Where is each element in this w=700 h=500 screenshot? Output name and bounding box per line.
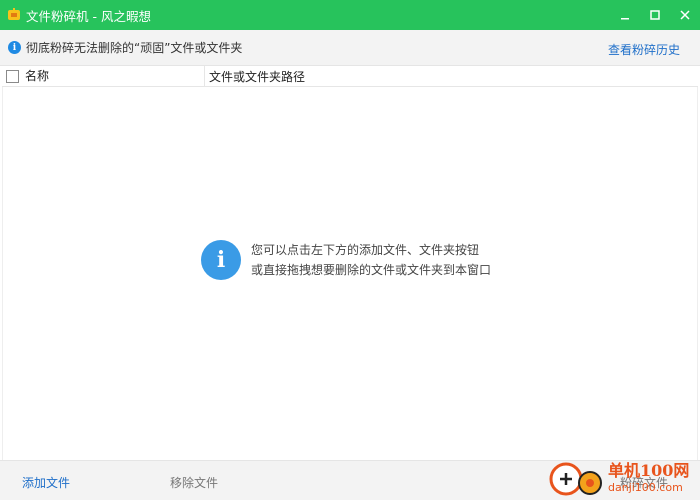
select-all-checkbox[interactable] (6, 69, 19, 83)
window-controls (610, 0, 700, 30)
site-watermark: 单机100网 danji100.com (548, 458, 700, 500)
table-header: 名称 文件或文件夹路径 (2, 65, 698, 87)
close-icon (680, 10, 690, 20)
watermark-url: danji100.com (608, 481, 683, 494)
hint-line-1: 您可以点击左下方的添加文件、文件夹按钮 (251, 243, 480, 257)
watermark-name: 单机100网 (608, 461, 690, 480)
info-icon: i (201, 240, 241, 280)
column-header-name[interactable]: 名称 (25, 65, 205, 87)
column-header-path[interactable]: 文件或文件夹路径 (205, 68, 305, 85)
app-logo-icon (7, 8, 21, 22)
minimize-icon (621, 18, 629, 20)
minimize-button[interactable] (610, 0, 640, 30)
info-bar: i 彻底粉碎无法删除的“顽固”文件或文件夹 查看粉碎历史 (0, 30, 700, 66)
add-file-button[interactable]: 添加文件 (22, 474, 70, 491)
hint-text: 您可以点击左下方的添加文件、文件夹按钮 或直接拖拽想要删除的文件或文件夹到本窗口 (251, 240, 491, 280)
file-list[interactable]: i 您可以点击左下方的添加文件、文件夹按钮 或直接拖拽想要删除的文件或文件夹到本… (2, 87, 698, 460)
title-bar: 文件粉碎机 - 风之暇想 (0, 0, 700, 30)
watermark-logo-icon (548, 459, 604, 499)
maximize-button[interactable] (640, 0, 670, 30)
empty-hint: i 您可以点击左下方的添加文件、文件夹按钮 或直接拖拽想要删除的文件或文件夹到本… (201, 240, 491, 280)
window-title: 文件粉碎机 - 风之暇想 (26, 8, 151, 24)
info-icon: i (8, 41, 21, 54)
maximize-icon (650, 10, 660, 20)
info-text: 彻底粉碎无法删除的“顽固”文件或文件夹 (26, 41, 243, 55)
hint-line-2: 或直接拖拽想要删除的文件或文件夹到本窗口 (251, 263, 492, 277)
shred-history-link[interactable]: 查看粉碎历史 (608, 41, 680, 58)
remove-file-button[interactable]: 移除文件 (170, 474, 218, 491)
close-button[interactable] (670, 0, 700, 30)
